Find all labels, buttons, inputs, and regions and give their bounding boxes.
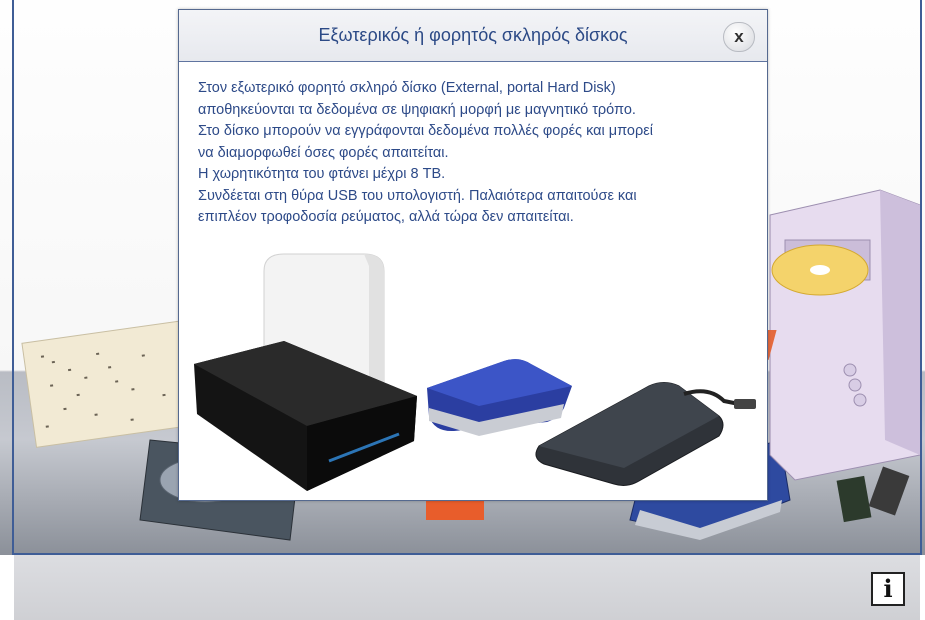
dialog-description: Στον εξωτερικό φορητό σκληρό δίσκο (Exte… bbox=[198, 78, 758, 229]
description-line: επιπλέον τροφοδοσία ρεύματος, αλλά τώρα … bbox=[198, 209, 574, 225]
frame-border-left bbox=[12, 0, 14, 555]
blue-portable-drive-icon bbox=[427, 359, 572, 436]
dialog-header: Εξωτερικός ή φορητός σκληρός δίσκος x bbox=[179, 10, 767, 62]
description-line: Η χωρητικότητα του φτάνει μέχρι 8 TB. bbox=[198, 166, 446, 182]
description-line: να διαμορφωθεί όσες φορές απαιτείται. bbox=[198, 144, 449, 161]
description-line: Στο δίσκο μπορούν να εγγράφονται δεδομέν… bbox=[198, 123, 653, 139]
info-dialog: Εξωτερικός ή φορητός σκληρός δίσκος x Στ… bbox=[178, 9, 768, 501]
dialog-title: Εξωτερικός ή φορητός σκληρός δίσκος bbox=[318, 25, 628, 45]
bottom-toolbar bbox=[14, 555, 920, 620]
frame-border-right bbox=[920, 0, 922, 555]
close-button[interactable]: x bbox=[723, 22, 755, 52]
description-line: αποθηκεύονται τα δεδομένα σε ψηφιακή μορ… bbox=[198, 101, 636, 118]
grey-portable-drive-icon bbox=[535, 382, 756, 486]
info-button[interactable]: i bbox=[871, 572, 905, 606]
description-line: Συνδέεται στη θύρα USB του υπολογιστή. Π… bbox=[198, 187, 637, 204]
external-hard-drives-illustration bbox=[194, 253, 756, 491]
description-line: Στον εξωτερικό φορητό σκληρό δίσκο (Exte… bbox=[198, 80, 616, 96]
memory-cards-icon[interactable] bbox=[836, 466, 910, 523]
floppy-disk-icon[interactable] bbox=[426, 500, 484, 520]
